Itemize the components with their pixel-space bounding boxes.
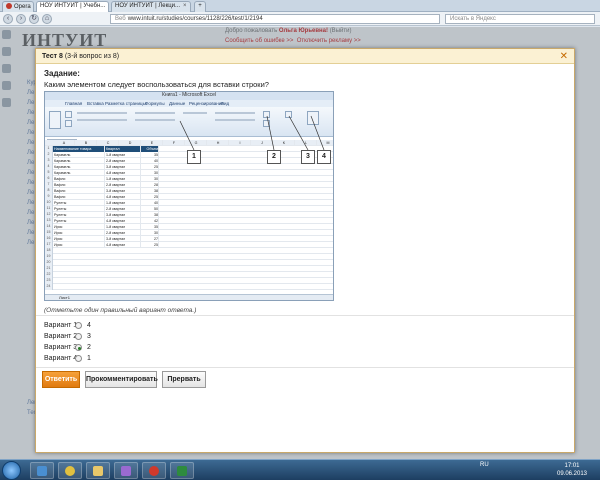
abort-button[interactable]: Прервать [162, 371, 206, 388]
dialog-title: Тест 8 (3-й вопрос из 8) [42, 53, 120, 60]
tab-intuit-test[interactable]: НОУ ИНТУИТ | Учебн...× [36, 1, 109, 12]
callout-leader-lines [179, 115, 325, 151]
explorer-icon[interactable] [30, 462, 54, 479]
close-tab-icon[interactable]: × [183, 3, 187, 9]
excel-icon[interactable] [170, 462, 194, 479]
opera-icon[interactable] [142, 462, 166, 479]
folder-icon[interactable] [86, 462, 110, 479]
divider [36, 315, 574, 316]
clock[interactable]: 17:01 09.06.2013 [552, 462, 592, 478]
new-tab-button[interactable]: + [194, 1, 206, 12]
address-bar[interactable]: Веб www.intuit.ru/studies/courses/1128/22… [110, 14, 440, 24]
media-icon[interactable] [114, 462, 138, 479]
option-1-radio[interactable] [75, 322, 82, 329]
chrome-icon[interactable] [58, 462, 82, 479]
start-button[interactable] [2, 461, 21, 480]
back-icon[interactable]: ‹ [3, 14, 13, 24]
task-label: Задание: [44, 69, 80, 78]
test-dialog: Тест 8 (3-й вопрос из 8) ✕ Задание: Каки… [35, 48, 575, 453]
tab-opera-menu[interactable]: Opera [2, 1, 34, 12]
excel-screenshot: Книга1 - Microsoft Excel Главная Вставка Р… [44, 91, 334, 301]
home-icon[interactable]: ⌂ [42, 14, 52, 24]
tab-intuit-lecture[interactable]: НОУ ИНТУИТ | Лекци... × [111, 1, 191, 12]
answer-button[interactable]: Ответить [42, 371, 80, 388]
close-tab-icon[interactable]: × [108, 3, 109, 9]
system-tray: RU [480, 462, 489, 468]
option-3-radio[interactable] [75, 344, 82, 351]
language-indicator[interactable]: RU [480, 462, 489, 468]
option-4-radio[interactable] [75, 355, 82, 362]
comment-button[interactable]: Прокомментировать [85, 371, 158, 388]
browser-nav-bar: ‹ › ↻ ⌂ Веб www.intuit.ru/studies/courses… [0, 12, 600, 26]
answer-instruction: (Отметьте один правильный вариант ответа… [44, 307, 197, 314]
divider [36, 367, 574, 368]
dialog-header: Тест 8 (3-й вопрос из 8) ✕ [36, 49, 574, 64]
opera-icon [6, 3, 12, 9]
reload-icon[interactable]: ↻ [29, 14, 39, 24]
question-text: Каким элементом следует воспользоваться … [44, 80, 269, 89]
close-icon[interactable]: ✕ [560, 51, 568, 62]
option-2-radio[interactable] [75, 333, 82, 340]
windows-taskbar: RU 17:01 09.06.2013 [0, 459, 600, 480]
search-input[interactable]: Искать в Яндекс [445, 14, 595, 24]
forward-icon[interactable]: › [16, 14, 26, 24]
browser-tab-bar: Opera НОУ ИНТУИТ | Учебн...× НОУ ИНТУИТ … [0, 0, 600, 12]
